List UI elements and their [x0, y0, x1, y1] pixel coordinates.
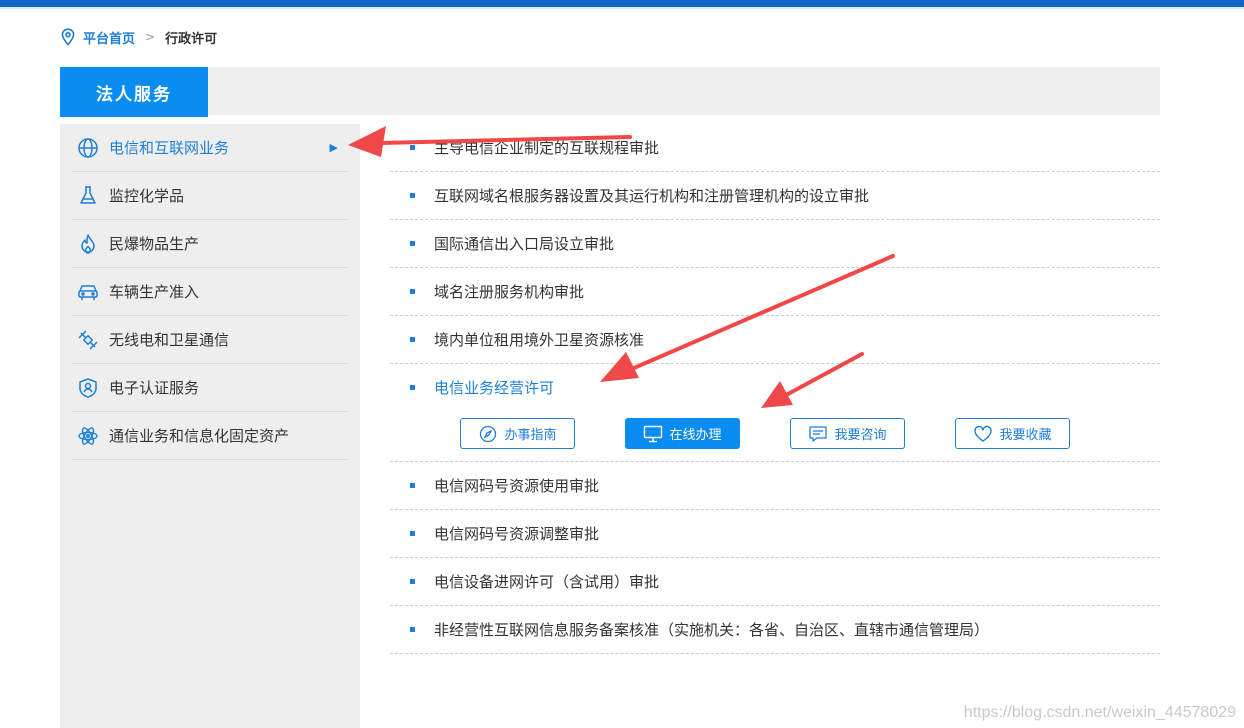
list-item-label: 电信网码号资源使用审批 — [434, 477, 600, 495]
section-header-band — [60, 67, 1160, 115]
top-bar-shadow — [0, 7, 1244, 9]
list-item-active[interactable]: 电信业务经营许可 — [390, 364, 1160, 411]
online-apply-button[interactable]: 在线办理 — [625, 418, 740, 449]
list-item-label: 电信网码号资源调整审批 — [434, 525, 600, 543]
sidebar-item-label: 电子认证服务 — [109, 379, 200, 397]
list-item[interactable]: 电信网码号资源调整审批 — [390, 510, 1160, 558]
list-item-label: 电信业务经营许可 — [434, 379, 555, 397]
sidebar-item-e-certification[interactable]: 电子认证服务 — [72, 364, 348, 412]
list-item-label: 电信设备进网许可（含试用）审批 — [434, 573, 660, 591]
sidebar-item-label: 车辆生产准入 — [109, 283, 200, 301]
list-item-label: 境内单位租用境外卫星资源核准 — [434, 331, 645, 349]
favorite-button-label: 我要收藏 — [999, 428, 1052, 443]
item-actions-panel: 办事指南 在线办理 我要咨询 我要收藏 — [390, 412, 1160, 462]
list-item[interactable]: 电信设备进网许可（含试用）审批 — [390, 558, 1160, 606]
consult-button-label: 我要咨询 — [834, 428, 887, 443]
flame-icon — [77, 233, 99, 255]
online-apply-button-label: 在线办理 — [669, 428, 722, 443]
list-item-label: 主导电信企业制定的互联规程审批 — [434, 139, 660, 157]
list-item-label: 域名注册服务机构审批 — [434, 283, 585, 301]
bullet-icon — [410, 627, 415, 632]
bullet-icon — [410, 145, 415, 150]
satellite-icon — [77, 329, 99, 351]
sidebar-item-fixed-assets[interactable]: 通信业务和信息化固定资产 — [72, 412, 348, 460]
chevron-right-icon: > — [145, 30, 156, 44]
bullet-icon — [410, 193, 415, 198]
sidebar-item-explosives[interactable]: 民爆物品生产 — [72, 220, 348, 268]
breadcrumb-current: 行政许可 — [165, 31, 218, 47]
bullet-icon — [410, 241, 415, 246]
bullet-icon — [410, 579, 415, 584]
monitor-icon — [644, 425, 663, 442]
atom-icon — [77, 425, 99, 447]
user-shield-icon — [77, 377, 99, 399]
list-item[interactable]: 电信网码号资源使用审批 — [390, 462, 1160, 510]
compass-icon — [480, 425, 497, 442]
message-icon — [809, 425, 828, 442]
bullet-icon — [410, 483, 415, 488]
bullet-icon — [410, 337, 415, 342]
globe-icon — [77, 137, 99, 159]
sidebar-item-label: 通信业务和信息化固定资产 — [109, 427, 290, 445]
car-icon — [77, 281, 99, 303]
bullet-icon — [410, 289, 415, 294]
sidebar-item-telecom-internet[interactable]: 电信和互联网业务 ▶ — [72, 124, 348, 172]
list-item[interactable]: 国际通信出入口局设立审批 — [390, 220, 1160, 268]
bullet-icon — [410, 385, 415, 390]
sidebar-item-label: 电信和互联网业务 — [109, 139, 230, 157]
sidebar-item-vehicles[interactable]: 车辆生产准入 — [72, 268, 348, 316]
flask-icon — [77, 185, 99, 207]
list-item-label: 国际通信出入口局设立审批 — [434, 235, 615, 253]
top-bar — [0, 0, 1244, 7]
watermark: https://blog.csdn.net/weixin_44578029 — [963, 704, 1236, 721]
sidebar-item-chemicals[interactable]: 监控化学品 — [72, 172, 348, 220]
guide-button[interactable]: 办事指南 — [460, 418, 575, 449]
favorite-button[interactable]: 我要收藏 — [955, 418, 1070, 449]
guide-button-label: 办事指南 — [504, 428, 557, 443]
list-item[interactable]: 域名注册服务机构审批 — [390, 268, 1160, 316]
heart-icon — [974, 425, 993, 442]
list-item-label: 互联网域名根服务器设置及其运行机构和注册管理机构的设立审批 — [434, 187, 870, 205]
sidebar-item-label: 无线电和卫星通信 — [109, 331, 230, 349]
sidebar: 电信和互联网业务 ▶ 监控化学品 民爆物品生产 车辆生产准入 无线电和卫星通信 … — [60, 124, 360, 728]
breadcrumb: 平台首页 > 行政许可 — [60, 27, 217, 47]
list-item[interactable]: 主导电信企业制定的互联规程审批 — [390, 124, 1160, 172]
tab-legal-person-services[interactable]: 法人服务 — [60, 67, 208, 117]
list-item[interactable]: 互联网域名根服务器设置及其运行机构和注册管理机构的设立审批 — [390, 172, 1160, 220]
sidebar-item-label: 民爆物品生产 — [109, 235, 200, 253]
sidebar-item-radio-satellite[interactable]: 无线电和卫星通信 — [72, 316, 348, 364]
sidebar-item-label: 监控化学品 — [109, 187, 185, 205]
consult-button[interactable]: 我要咨询 — [790, 418, 905, 449]
list-item[interactable]: 非经营性互联网信息服务备案核准（实施机关：各省、自治区、直辖市通信管理局） — [390, 606, 1160, 654]
bullet-icon — [410, 531, 415, 536]
list-item[interactable]: 境内单位租用境外卫星资源核准 — [390, 316, 1160, 364]
location-pin-icon — [61, 28, 75, 46]
active-arrow-icon: ▶ — [329, 141, 338, 154]
breadcrumb-home-link[interactable]: 平台首页 — [83, 28, 135, 47]
list-item-label: 非经营性互联网信息服务备案核准（实施机关：各省、自治区、直辖市通信管理局） — [434, 621, 990, 639]
